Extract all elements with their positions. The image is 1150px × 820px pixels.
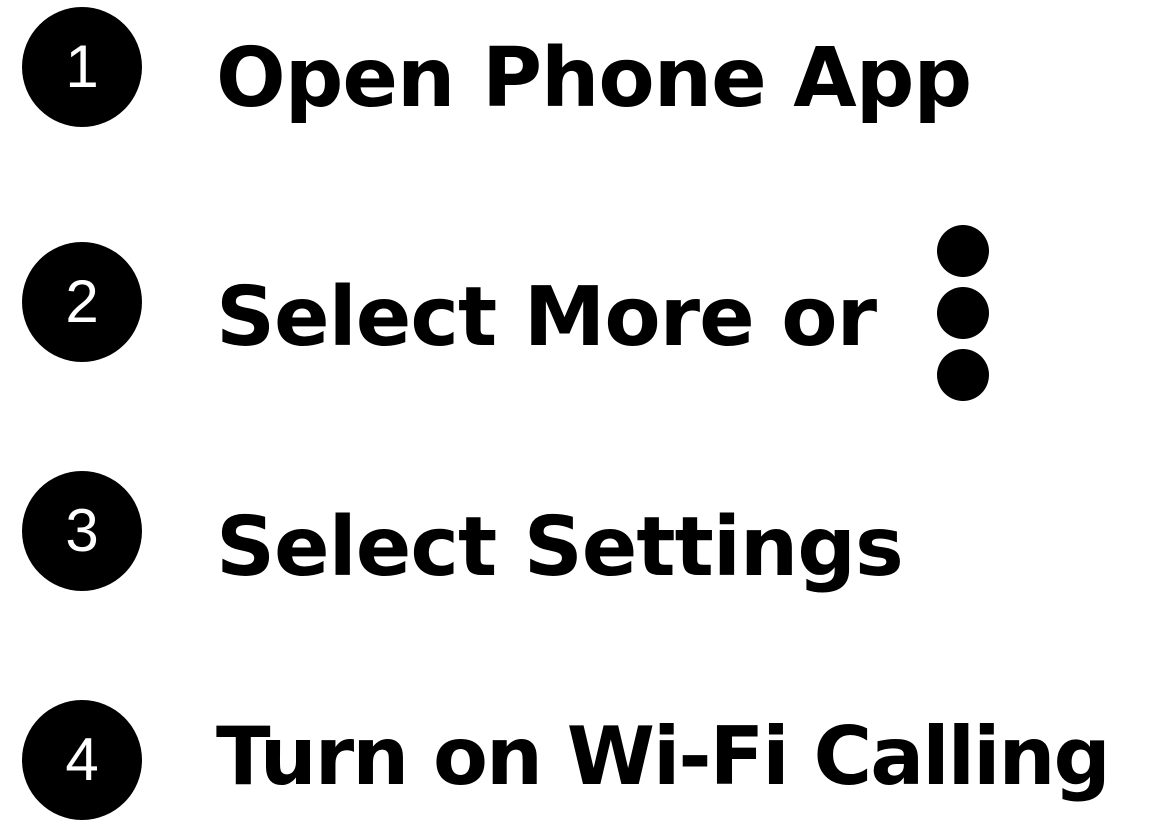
step-number-badge: 3 (22, 471, 142, 591)
step-number-badge: 2 (22, 242, 142, 362)
step-label: Turn on Wi-Fi Calling (216, 710, 1111, 803)
dot (937, 287, 989, 339)
dot (937, 349, 989, 401)
step-label: Select More or (216, 270, 877, 365)
step-number-badge: 4 (22, 700, 142, 820)
step-label: Open Phone App (216, 31, 972, 126)
step-label: Select Settings (216, 500, 904, 595)
dot (937, 225, 989, 277)
vertical-ellipsis-more-icon (937, 225, 989, 403)
step-number-badge: 1 (22, 7, 142, 127)
